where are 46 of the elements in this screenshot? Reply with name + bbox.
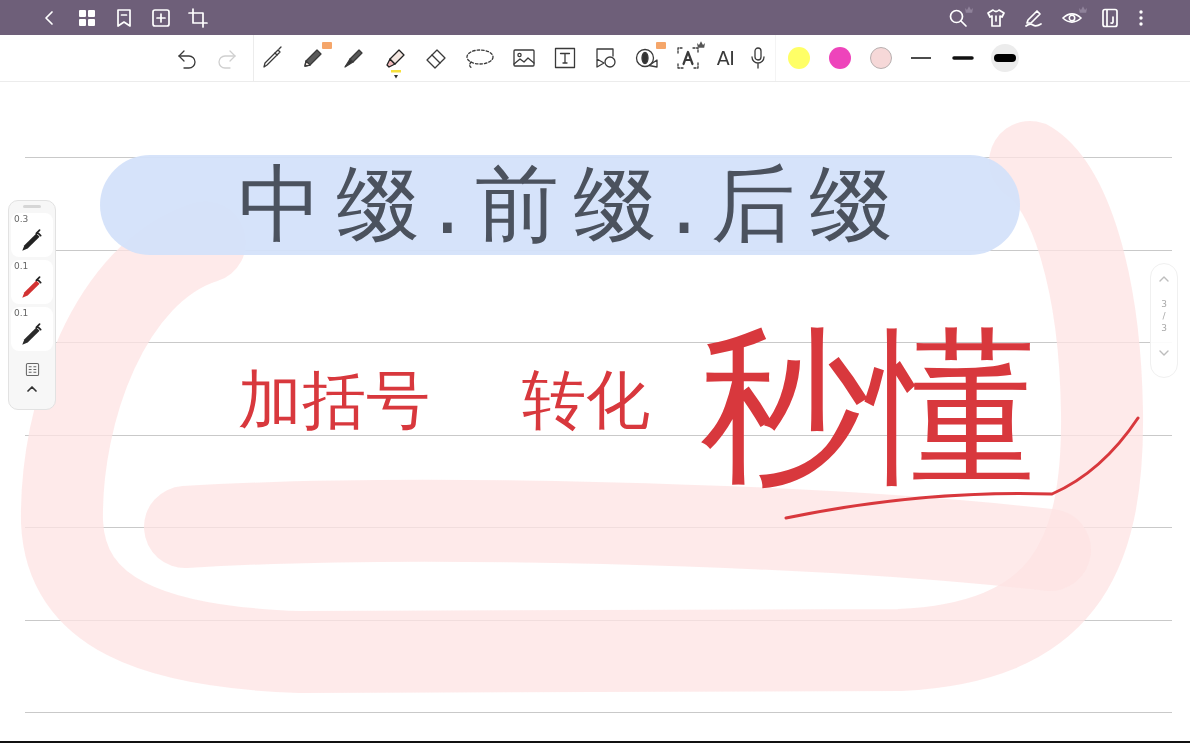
handwritten-text: 秒懂 (700, 318, 1140, 523)
pen-size-label: 0.1 (14, 308, 29, 319)
image-icon[interactable] (511, 46, 536, 70)
current-page: 3 (1161, 298, 1167, 310)
crown-icon (1079, 5, 1087, 13)
badge-icon (321, 42, 332, 49)
text-scan-icon[interactable] (675, 46, 700, 70)
ai-button[interactable]: AI (716, 46, 735, 70)
caret-icon (389, 70, 402, 79)
crown-icon (965, 5, 973, 13)
template-icon[interactable] (24, 362, 40, 377)
pen-icon (19, 275, 45, 301)
pen-size-label: 0.1 (14, 261, 29, 272)
pen-size-label: 0.3 (14, 214, 29, 225)
badge-icon (655, 42, 666, 49)
color-swatch[interactable] (788, 47, 811, 69)
more-icon[interactable] (1138, 7, 1144, 28)
total-pages: 3 (1161, 322, 1167, 334)
pen-preset[interactable]: 0.3 (11, 213, 53, 257)
color-swatch[interactable] (829, 47, 852, 69)
chevron-up-icon[interactable] (25, 384, 39, 394)
crown-icon (696, 41, 705, 48)
text-box-icon[interactable] (552, 46, 577, 70)
lasso-icon[interactable] (464, 46, 495, 70)
bookmark-icon[interactable] (114, 7, 134, 28)
notebook-icon[interactable] (1100, 7, 1120, 28)
stroke-width-icon[interactable] (991, 44, 1020, 72)
crop-icon[interactable] (188, 7, 208, 28)
pen-icon[interactable] (1024, 7, 1044, 28)
pen-icon (19, 228, 45, 254)
drag-handle[interactable] (23, 205, 41, 208)
tape-icon[interactable] (634, 46, 659, 70)
handwritten-text: 转化 (522, 368, 650, 432)
shirt-icon[interactable] (986, 7, 1006, 28)
add-page-icon[interactable] (151, 7, 171, 28)
search-icon[interactable] (948, 7, 968, 28)
grid-icon[interactable] (77, 7, 97, 28)
pen-preset[interactable]: 0.1 (11, 260, 53, 304)
pen-preset[interactable]: 0.1 (11, 307, 53, 351)
handwritten-text: 中缀.前缀.后缀 (238, 162, 908, 246)
microphone-icon[interactable] (751, 46, 766, 70)
color-swatch[interactable] (870, 47, 893, 69)
handwritten-text: 加括号 (238, 368, 430, 432)
page-separator: / (1162, 310, 1166, 322)
shapes-icon[interactable] (593, 46, 618, 70)
pen-icon (19, 322, 45, 348)
